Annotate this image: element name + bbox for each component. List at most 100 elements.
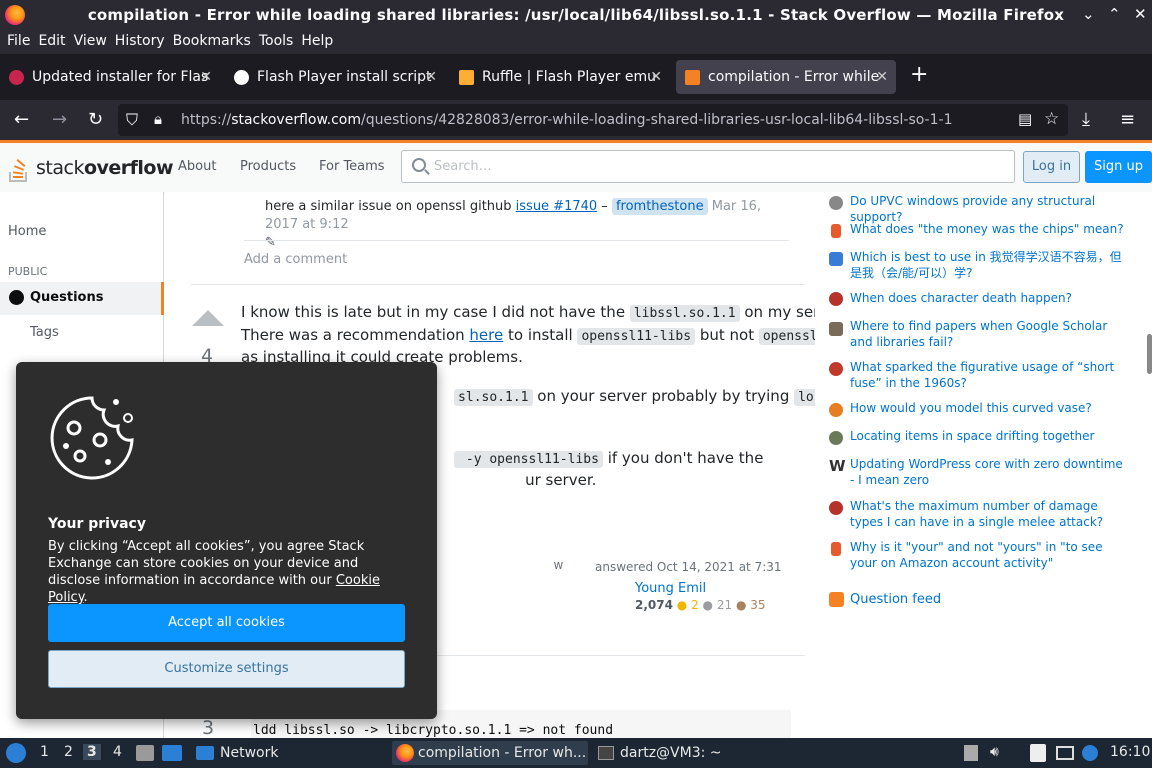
back-icon[interactable]: ← [14,109,29,130]
search-placeholder: Search… [434,159,492,174]
reader-view-icon[interactable]: ▤ [1018,110,1032,128]
stackoverflow-icon [685,70,700,85]
menu-tools[interactable]: Tools [259,30,294,52]
hot-question[interactable]: Why is it "your" and not "yours" in "to … [850,539,1130,571]
scrollbar-thumb[interactable] [1147,334,1152,374]
window-title: compilation - Error while loading shared… [87,6,1065,24]
nav-about[interactable]: About [178,159,216,174]
url-text[interactable]: https://stackoverflow.com/questions/4282… [181,112,952,128]
so-logo[interactable]: stackoverflow [8,153,174,183]
sidebar-item-home[interactable]: Home [8,224,46,239]
tab-label: Flash Player install script [257,69,432,85]
site-icon [829,196,843,210]
menu-file[interactable]: File [7,30,30,52]
nav-for-teams[interactable]: For Teams [319,159,385,174]
cookie-body: By clicking “Accept all cookies”, you ag… [48,539,380,605]
tab-close-icon[interactable]: ✕ [650,60,662,94]
hot-question[interactable]: When does character death happen? [850,290,1130,306]
cookie-icon [50,396,134,480]
maximize-icon[interactable]: ⌃ [1108,5,1121,23]
shield-icon[interactable]: ⛉ [126,110,138,130]
hot-question[interactable]: Locating items in space drifting togethe… [850,428,1130,444]
edit-pencil-icon[interactable]: ✎ [265,235,276,250]
hot-question[interactable]: How would you model this curved vase? [850,400,1130,416]
hot-question[interactable]: Which is best to use in 我觉得学汉语不容易，但是我（会/… [850,249,1130,281]
hot-question[interactable]: What's the maximum number of damage type… [850,498,1130,530]
search-input[interactable]: Search… [401,150,1015,183]
login-button[interactable]: Log in [1023,151,1080,183]
hot-question[interactable]: What sparked the figurative usage of “sh… [850,359,1130,391]
customize-settings-button[interactable]: Customize settings [48,650,405,688]
site-icon [829,362,843,376]
issue-link[interactable]: issue #1740 [516,199,598,214]
taskbar-window-terminal[interactable]: dartz@VM3: ~ [594,741,784,765]
sidebar-item-questions[interactable]: Questions [0,282,164,315]
taskbar-window-firefox[interactable]: compilation - Error wh... [392,741,588,765]
hamburger-menu-icon[interactable]: ≡ [1120,109,1135,130]
close-window-icon[interactable]: ✕ [1134,5,1147,23]
bookmark-site-icon [831,542,841,556]
tab-strip: Updated installer for Flas ✕ Flash Playe… [0,54,1152,100]
tab-close-icon[interactable]: ✕ [876,60,888,94]
minimize-icon[interactable]: ⌄ [1082,5,1095,23]
tab-updated-installer[interactable]: Updated installer for Flas ✕ [0,60,220,94]
workspace-1[interactable]: 1 [40,744,49,760]
tab-label: Ruffle | Flash Player emu [482,69,657,85]
notification-icon[interactable] [1082,745,1098,761]
navigation-bar: ← → ↻ ⛉ 🔒︎ https://stackoverflow.com/que… [0,100,1152,140]
divider [191,284,805,285]
github-icon [234,70,249,85]
volume-icon[interactable]: 🔊︎ [990,744,999,760]
desktop-icon[interactable] [162,745,182,761]
menu-help[interactable]: Help [301,30,333,52]
upvote-icon[interactable] [192,310,224,326]
hot-question[interactable]: What does "the money was the chips" mean… [850,221,1130,237]
workspace-2[interactable]: 2 [64,744,73,760]
site-icon [829,431,843,445]
add-comment-link[interactable]: Add a comment [244,252,347,267]
tab-flash-install-script[interactable]: Flash Player install script ✕ [225,60,445,94]
url-bar[interactable]: ⛉ 🔒︎ https://stackoverflow.com/questions… [118,104,1068,136]
nav-products[interactable]: Products [240,159,296,174]
tab-close-icon[interactable]: ✕ [200,60,212,94]
taskbar-window-network[interactable]: Network [194,741,384,765]
menu-edit[interactable]: Edit [38,30,65,52]
workspace-3[interactable]: 3 [83,744,101,760]
rss-icon [829,592,844,607]
start-menu-icon[interactable] [6,743,26,763]
forward-icon[interactable]: → [52,109,67,130]
question-feed-link[interactable]: Question feed [850,592,941,607]
accept-all-cookies-button[interactable]: Accept all cookies [48,604,405,642]
hot-question[interactable]: Where to find papers when Google Scholar… [850,318,1130,350]
globe-icon [9,290,24,305]
bookmark-site-icon [831,224,841,238]
terminal-icon [598,746,614,760]
file-manager-icon[interactable] [136,745,154,761]
bookmark-star-icon[interactable]: ☆ [1044,109,1059,129]
tab-compilation-error[interactable]: compilation - Error while ✕ [676,60,896,94]
clipboard-icon[interactable] [1030,744,1046,762]
search-icon [412,158,426,172]
answered-timestamp: answered Oct 14, 2021 at 7:31 [595,560,782,574]
menu-view[interactable]: View [74,30,107,52]
tab-ruffle[interactable]: Ruffle | Flash Player emu ✕ [450,60,670,94]
workspace-4[interactable]: 4 [113,744,122,760]
answer-user[interactable]: Young Emil [635,581,706,596]
here-link[interactable]: here [469,326,503,344]
tray-icon[interactable] [964,745,978,761]
avatar[interactable] [595,580,627,612]
tab-close-icon[interactable]: ✕ [425,60,437,94]
new-tab-button[interactable]: + [910,62,928,87]
hot-question[interactable]: Updating WordPress core with zero downti… [850,456,1130,488]
menu-bookmarks[interactable]: Bookmarks [173,30,251,52]
signup-button[interactable]: Sign up [1085,151,1152,183]
sidebar-item-tags[interactable]: Tags [30,325,59,340]
reload-icon[interactable]: ↻ [88,109,103,130]
comment: here a similar issue on openssl github i… [265,198,762,250]
hot-network-questions: Do UPVC windows provide any structural s… [815,192,1152,738]
display-icon[interactable] [1056,746,1074,760]
comment-user[interactable]: fromthestone [611,198,708,215]
download-icon[interactable]: ⤓ [1082,109,1090,130]
menu-history[interactable]: History [115,30,165,52]
lock-icon[interactable]: 🔒︎ [154,110,162,128]
